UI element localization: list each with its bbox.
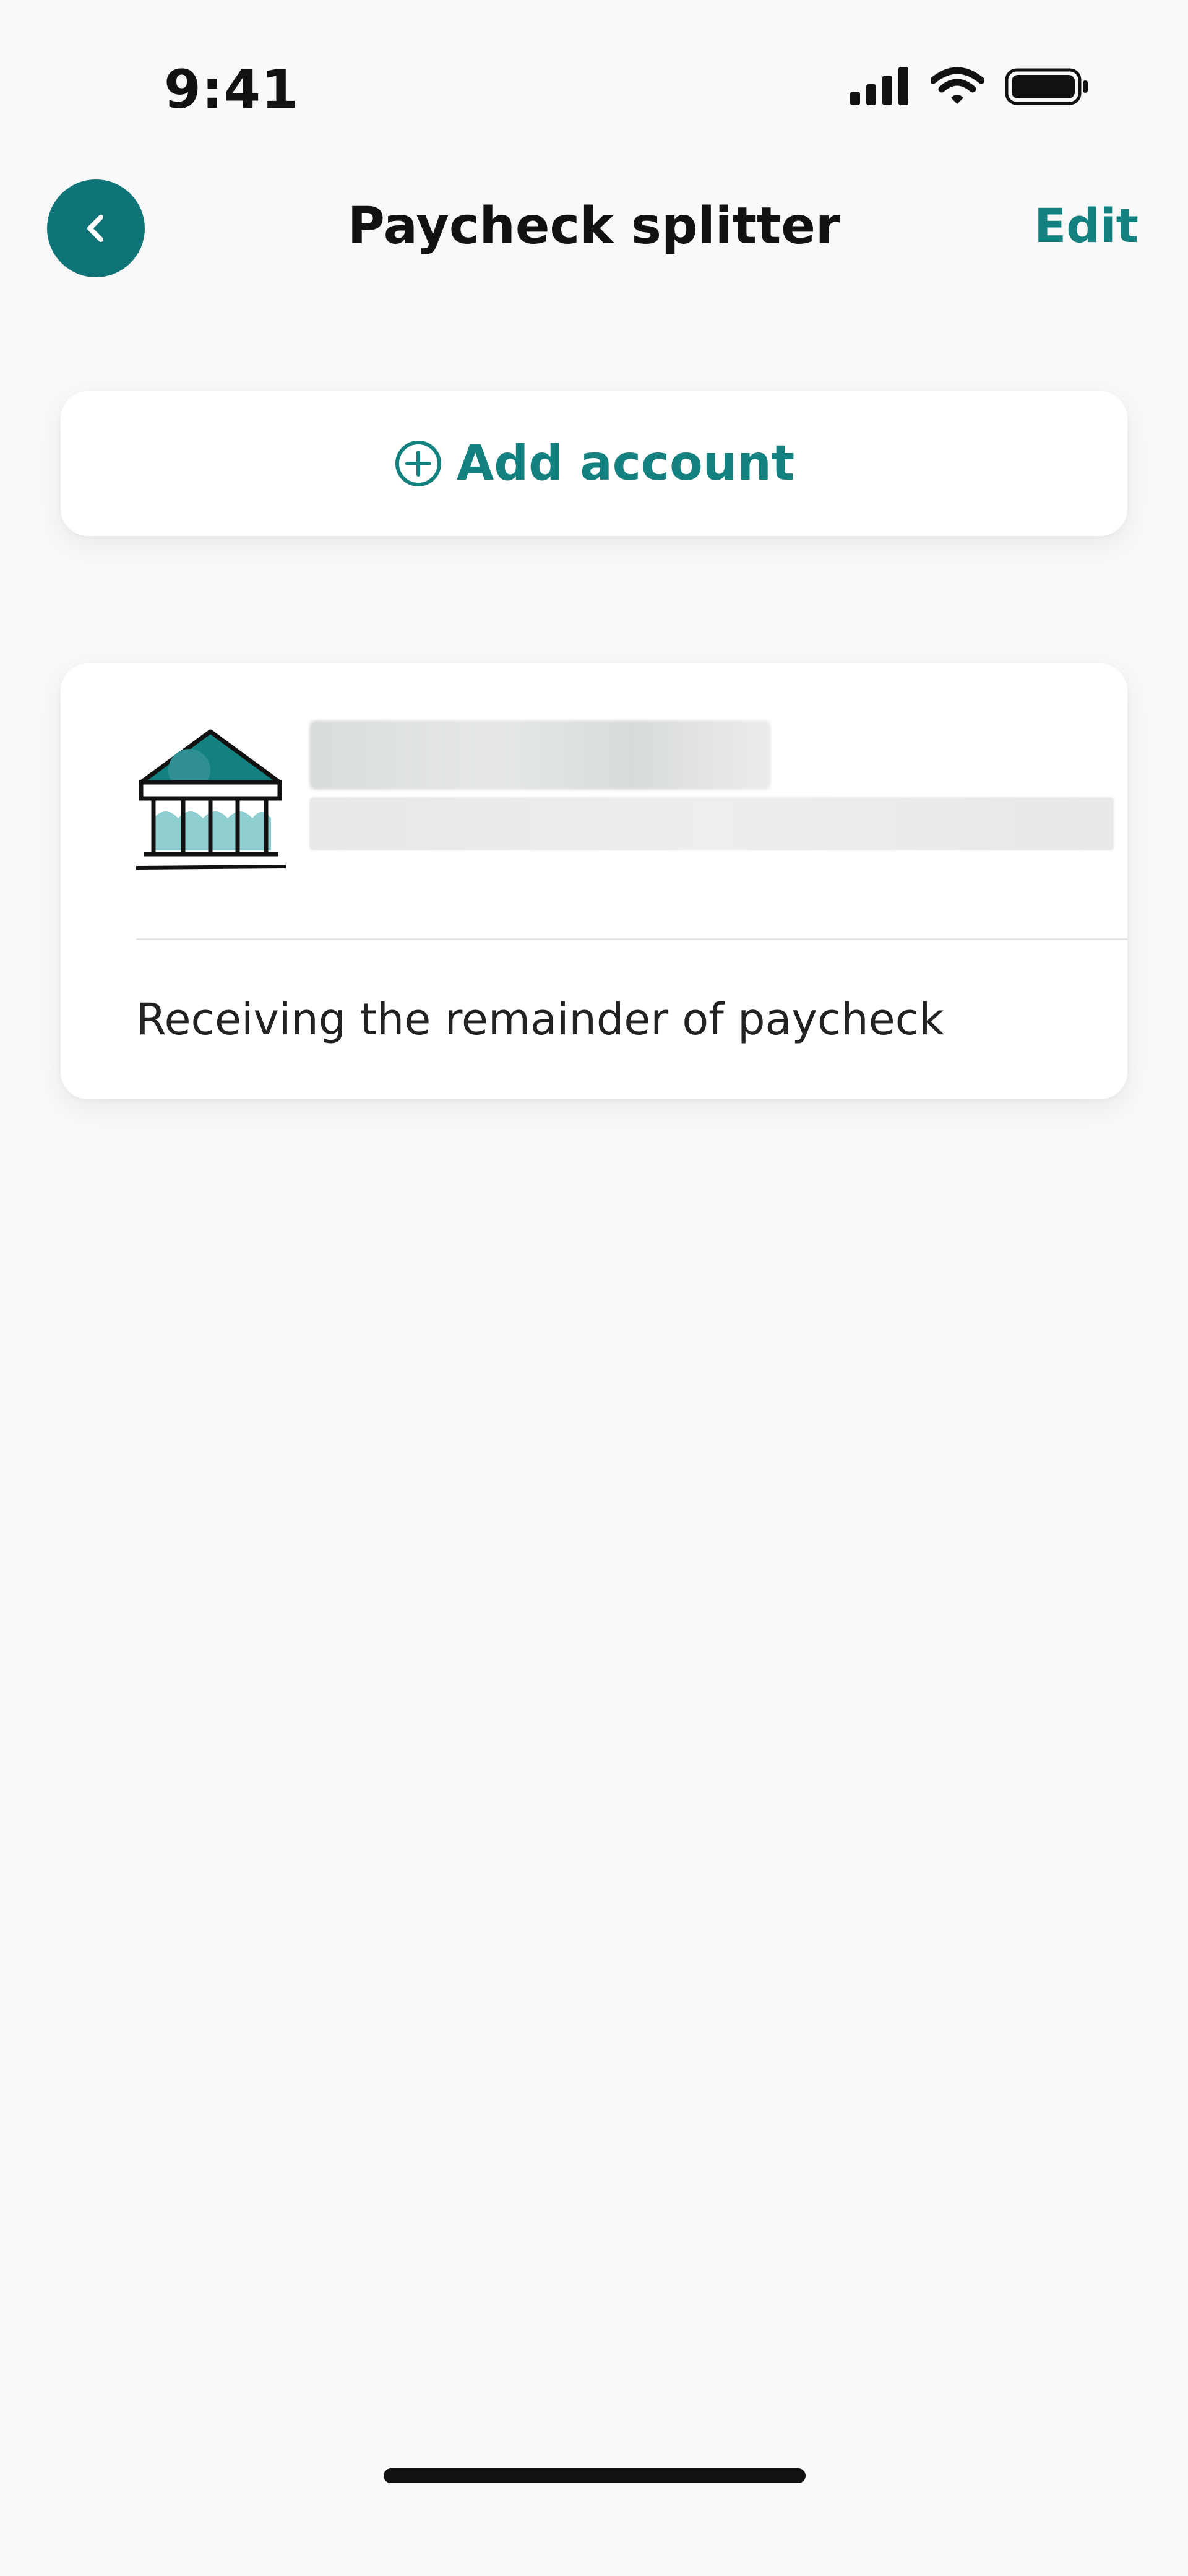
wifi-icon — [931, 67, 984, 104]
add-account-button[interactable]: Add account — [61, 391, 1127, 536]
edit-button[interactable]: Edit — [1034, 198, 1138, 253]
account-number-redacted — [309, 797, 1114, 850]
status-bar: 9:41 — [0, 0, 1188, 173]
status-time: 9:41 — [164, 59, 299, 121]
account-card[interactable]: Receiving the remainder of paycheck — [61, 663, 1127, 1099]
home-indicator[interactable] — [384, 2468, 806, 2483]
signal-icon — [850, 67, 908, 105]
bank-icon — [136, 729, 286, 870]
battery-icon — [1005, 68, 1088, 105]
card-divider — [136, 938, 1127, 940]
account-status-text: Receiving the remainder of paycheck — [136, 994, 944, 1045]
plus-circle-icon — [395, 441, 441, 486]
status-icons — [850, 67, 1089, 106]
account-name-redacted — [309, 720, 771, 790]
add-account-label: Add account — [456, 436, 795, 491]
paycheck-splitter-screen: 9:41 Paycheck splitter Edit Add account … — [0, 0, 1188, 2576]
page-title: Paycheck splitter — [347, 197, 841, 256]
